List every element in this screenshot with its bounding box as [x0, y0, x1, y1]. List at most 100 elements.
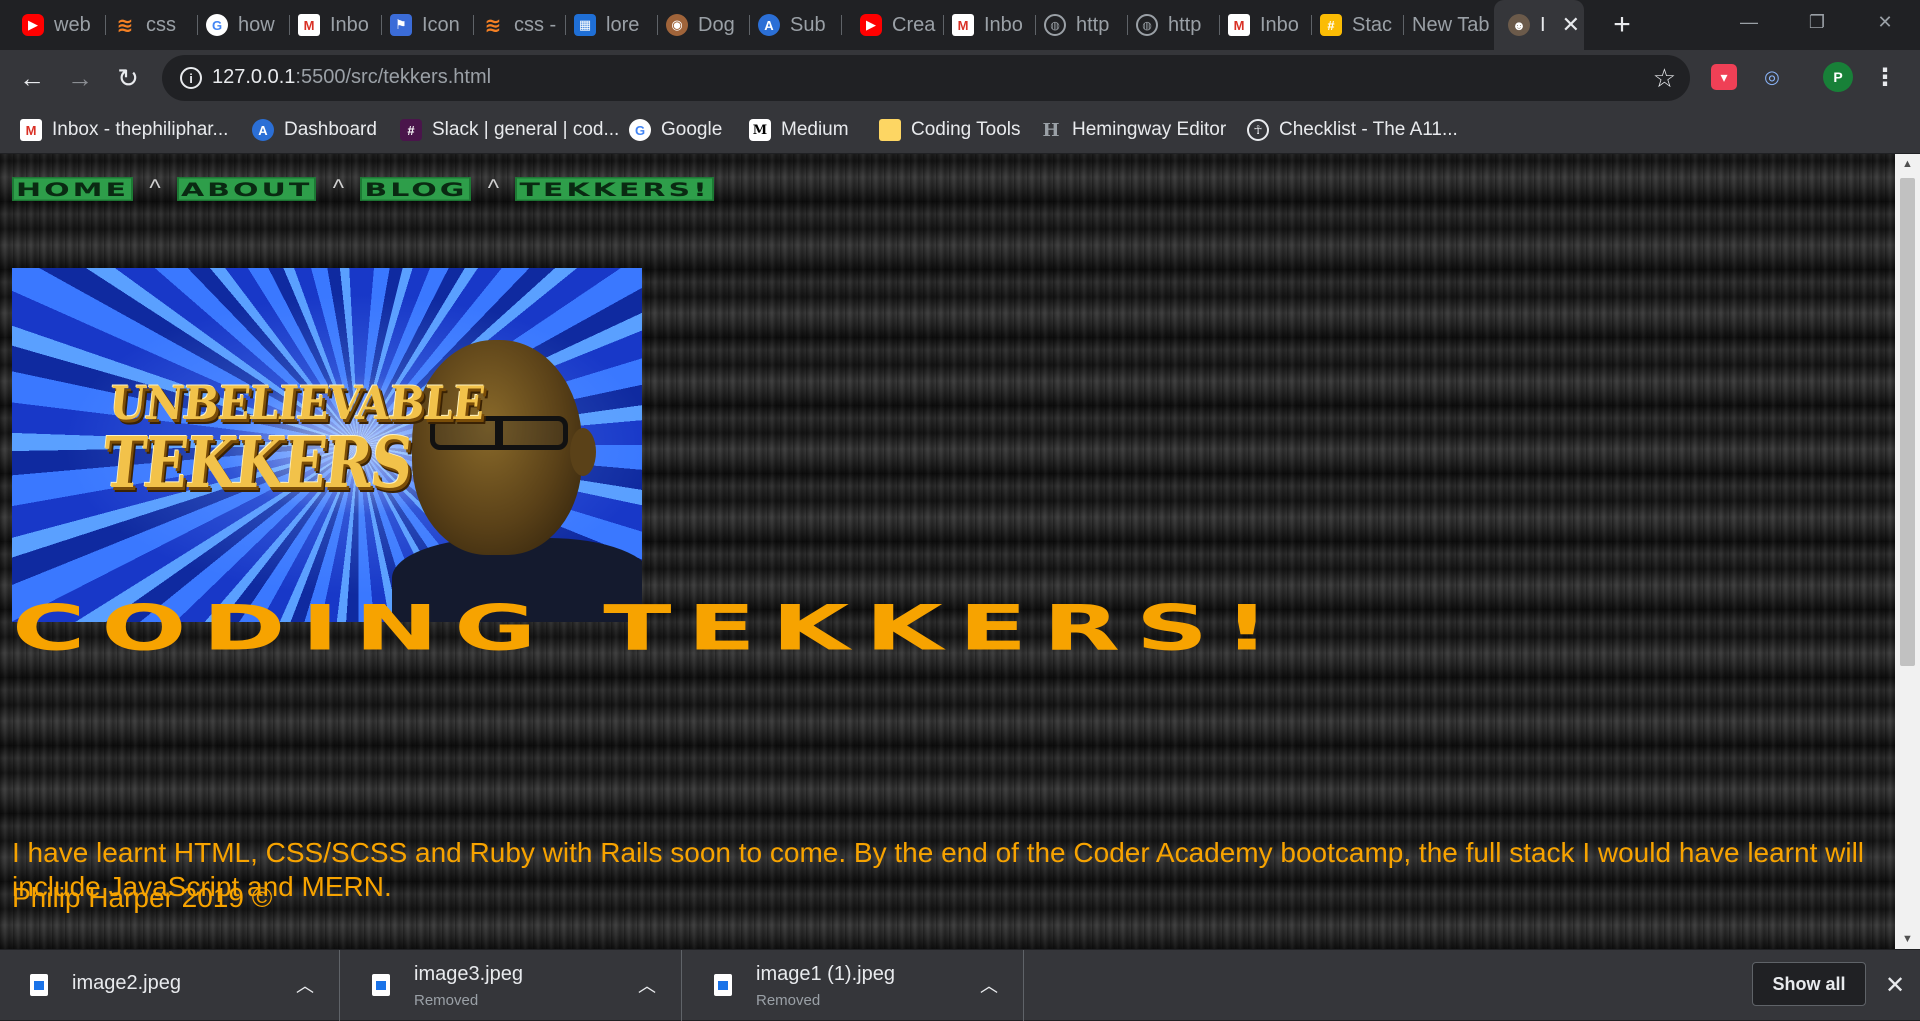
tab-13[interactable]: M Inbo	[1220, 10, 1312, 40]
tab-10[interactable]: M Inbo	[944, 10, 1036, 40]
nav-link-blog[interactable]: BLOG	[360, 177, 472, 201]
tab-0[interactable]: ▶ web	[14, 10, 106, 40]
tab-title: New Tab	[1412, 13, 1490, 36]
download-filename: image3.jpeg	[414, 963, 523, 985]
restore-icon[interactable]: ❐	[1788, 0, 1846, 44]
tab-strip: ▶ web ≋ css Ghow M Inbo ⚑ Icon ≋ css - ▦ lore …	[0, 0, 1920, 50]
image-file-icon	[30, 974, 48, 996]
scroll-down-arrow-icon[interactable]: ▼	[1895, 929, 1920, 949]
tab-9[interactable]: ▶ Crea	[852, 10, 944, 40]
google-icon: G	[629, 119, 651, 141]
download-shelf: image2.jpeg ︿ image3.jpeg Removed ︿ imag…	[0, 949, 1920, 1021]
bookmark-slack[interactable]: # Slack | general | cod...	[400, 116, 619, 144]
nav-link-tekkers[interactable]: TEKKERS!	[515, 177, 714, 201]
new-tab-button[interactable]: +	[1603, 6, 1641, 44]
reload-icon[interactable]: ↻	[110, 60, 146, 96]
url-path: :5500/src/tekkers.html	[295, 66, 492, 88]
minimize-icon[interactable]: —	[1720, 0, 1778, 44]
scroll-up-arrow-icon[interactable]: ▲	[1895, 154, 1920, 174]
tab-title: http	[1076, 13, 1110, 36]
tab-title: Dog	[698, 13, 735, 36]
bookmark-star-icon[interactable]: ☆	[1653, 63, 1676, 94]
chevron-up-icon[interactable]: ︿	[980, 972, 998, 998]
download-filename: image2.jpeg	[72, 972, 181, 994]
bookmark-label: Inbox - thephiliphar...	[52, 119, 229, 140]
nav-separator: ^	[487, 175, 500, 202]
browser-toolbar: ← → ↻ i 127.0.0.1:5500/src/tekkers.html …	[0, 50, 1920, 106]
note-icon: #	[1320, 14, 1342, 36]
tab-title: Inbo	[330, 13, 369, 36]
footer-copyright: Philip Harper 2019 ©	[12, 882, 273, 913]
tab-title: Inbo	[1260, 13, 1299, 36]
bookmark-coding-tools[interactable]: ■ Coding Tools	[879, 116, 1021, 144]
page-viewport: HOME ^ ABOUT ^ BLOG ^ TEKKERS! UNBELIEVA…	[0, 154, 1895, 949]
glasses-extension-icon[interactable]: ◎	[1759, 64, 1785, 90]
bookmark-label: Google	[661, 119, 723, 140]
tab-15[interactable]: New Tab	[1404, 10, 1496, 40]
bookmark-label: Hemingway Editor	[1072, 119, 1227, 140]
tab-12[interactable]: ◍ http	[1128, 10, 1220, 40]
tab-title: css	[146, 13, 176, 36]
show-all-button[interactable]: Show all	[1752, 962, 1866, 1006]
scroll-thumb[interactable]	[1900, 178, 1915, 666]
download-item[interactable]: image2.jpeg ︿	[0, 950, 340, 1021]
globe-icon: ◍	[1044, 14, 1066, 36]
chevron-up-icon[interactable]: ︿	[296, 972, 314, 998]
gmail-icon: M	[1228, 14, 1250, 36]
info-icon[interactable]: i	[180, 67, 202, 89]
chevron-up-icon[interactable]: ︿	[638, 972, 656, 998]
tab-6[interactable]: ▦ lore	[566, 10, 658, 40]
tab-5[interactable]: ≋ css -	[474, 10, 566, 40]
face-icon: ☻	[1508, 14, 1530, 36]
tab-3[interactable]: M Inbo	[290, 10, 382, 40]
download-item[interactable]: image1 (1).jpeg Removed ︿	[684, 950, 1024, 1021]
nav-link-home[interactable]: HOME	[12, 177, 133, 201]
tab-title: lore	[606, 13, 640, 36]
stackoverflow-icon: ≋	[484, 14, 502, 37]
hemingway-icon: H	[1042, 119, 1060, 141]
bookmark-inbox[interactable]: M Inbox - thephiliphar...	[20, 116, 228, 144]
tab-title: I	[1540, 13, 1546, 36]
tab-title: how	[238, 13, 275, 36]
bookmark-hemingway[interactable]: H Hemingway Editor	[1040, 116, 1226, 144]
download-item[interactable]: image3.jpeg Removed ︿	[342, 950, 682, 1021]
tab-7[interactable]: ◉ Dog	[658, 10, 750, 40]
address-bar[interactable]: i 127.0.0.1:5500/src/tekkers.html ☆	[162, 55, 1690, 101]
tab-8[interactable]: A Sub	[750, 10, 842, 40]
tab-14[interactable]: # Stac	[1312, 10, 1404, 40]
close-shelf-icon[interactable]: ✕	[1880, 970, 1910, 1000]
bookmark-checklist[interactable]: ☥ Checklist - The A11...	[1247, 116, 1458, 144]
tab-4[interactable]: ⚑ Icon	[382, 10, 474, 40]
youtube-icon: ▶	[860, 14, 882, 36]
gmail-icon: M	[298, 14, 320, 36]
nav-link-about[interactable]: ABOUT	[176, 177, 317, 201]
pocket-extension-icon[interactable]: ▾	[1711, 64, 1737, 90]
back-arrow-icon[interactable]: ←	[14, 60, 50, 96]
hero-image: UNBELIEVABLE TEKKERS	[12, 268, 642, 622]
bookmark-medium[interactable]: M Medium	[749, 116, 849, 144]
page-scrollbar[interactable]: ▲ ▼	[1895, 154, 1920, 949]
tab-11[interactable]: ◍ http	[1036, 10, 1128, 40]
tab-title: web	[54, 13, 91, 36]
close-window-icon[interactable]: ✕	[1856, 0, 1914, 44]
close-tab-icon[interactable]: ✕	[1562, 12, 1580, 38]
tab-1[interactable]: ≋ css	[106, 10, 198, 40]
image-file-icon	[714, 974, 732, 996]
bookmark-google[interactable]: G Google	[629, 116, 722, 144]
tab-title: Sub	[790, 13, 826, 36]
gmail-icon: M	[952, 14, 974, 36]
nav-separator: ^	[149, 175, 161, 202]
page-title: CODING TEKKERS!	[12, 592, 1286, 665]
bookmark-label: Checklist - The A11...	[1279, 119, 1458, 140]
folder-icon: ■	[879, 119, 901, 141]
browser-menu-icon[interactable]: ⋮	[1872, 64, 1898, 91]
tab-2[interactable]: Ghow	[198, 10, 290, 40]
bookmark-dashboard[interactable]: A Dashboard	[252, 116, 377, 144]
profile-avatar[interactable]: P	[1823, 62, 1853, 92]
url-text: 127.0.0.1:5500/src/tekkers.html	[212, 66, 491, 89]
tab-active[interactable]: ☻ I ✕	[1494, 0, 1584, 50]
url-host: 127.0.0.1	[212, 66, 296, 88]
slack-icon: #	[400, 119, 422, 141]
forward-arrow-icon[interactable]: →	[62, 60, 98, 96]
tab-title: http	[1168, 13, 1202, 36]
